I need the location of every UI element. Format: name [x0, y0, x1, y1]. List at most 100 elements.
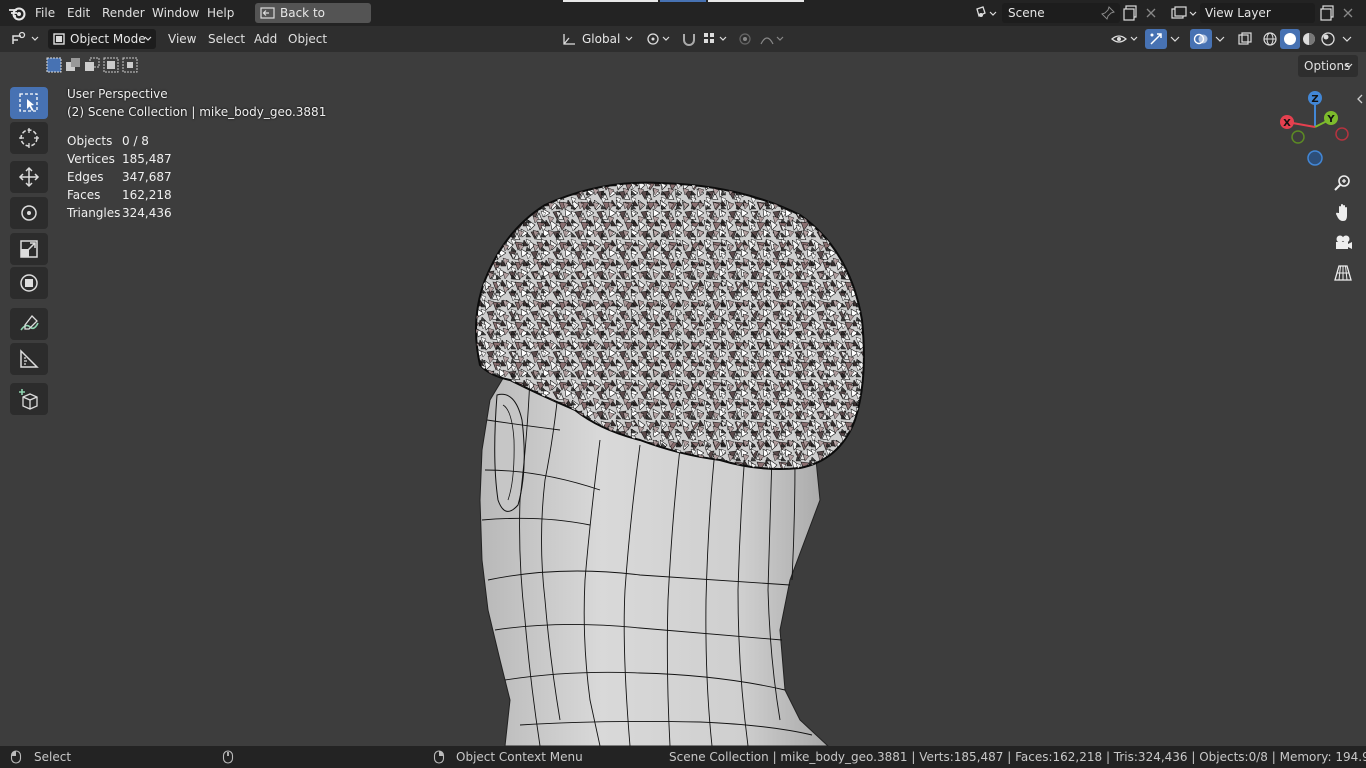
solid-shading-button[interactable] [1280, 29, 1300, 49]
rotate-icon [21, 205, 37, 221]
wireframe-shading-icon[interactable] [1262, 31, 1278, 47]
chevron-down-icon [144, 36, 152, 41]
add-cube-icon [19, 389, 38, 410]
move-tool[interactable] [10, 161, 48, 193]
blender-logo-icon[interactable] [8, 5, 26, 21]
orientation-label: Global [582, 32, 621, 46]
material-preview-icon[interactable] [1301, 31, 1317, 47]
editor-type-icon[interactable] [10, 31, 42, 47]
status-select-label: Select [34, 750, 72, 764]
pin-icon[interactable] [1101, 6, 1115, 20]
stat-label-faces: Faces [67, 188, 101, 202]
head-model[interactable] [0, 52, 1366, 746]
proportional-editing-icon[interactable] [737, 31, 787, 47]
transform-icon [20, 274, 38, 292]
camera-icon [1336, 235, 1352, 249]
select-mode-subtract-icon[interactable] [84, 57, 100, 73]
back-icon [260, 7, 275, 19]
select-mode-intersect-icon[interactable] [122, 57, 138, 73]
view-layer-field[interactable]: View Layer [1200, 3, 1315, 23]
pivot-point-icon[interactable] [645, 31, 673, 47]
select-mode-invert-icon[interactable] [103, 57, 119, 73]
chevron-down-icon[interactable] [1215, 36, 1225, 42]
status-bar: Select Object Context Menu Scene Collect… [0, 746, 1366, 768]
menu-help[interactable]: Help [207, 0, 234, 26]
new-view-layer-icon[interactable] [1320, 5, 1336, 21]
cursor-tool[interactable] [10, 122, 48, 154]
navigation-gizmo[interactable]: Z Y X [1275, 87, 1355, 167]
workspace-tab-active-indicator[interactable] [660, 0, 706, 2]
select-mode-new-icon[interactable] [46, 57, 62, 73]
delete-scene-icon[interactable] [1145, 7, 1157, 19]
new-scene-icon[interactable] [1123, 5, 1139, 21]
workspace-tab-indicator[interactable] [708, 0, 804, 2]
object-mode-icon [53, 33, 65, 45]
snap-target-icon[interactable] [702, 31, 730, 47]
move-icon [18, 166, 40, 188]
view-layer-icon[interactable] [1170, 6, 1198, 20]
menu-render[interactable]: Render [102, 0, 145, 26]
workspace-tab-indicator[interactable] [563, 0, 658, 2]
zoom-icon [1334, 175, 1350, 191]
scale-icon [20, 240, 38, 258]
view-perspective-label: User Perspective [67, 87, 168, 101]
add-cube-tool[interactable] [10, 383, 48, 415]
scene-name-field[interactable]: Scene [1002, 3, 1120, 23]
transform-tool[interactable] [10, 267, 48, 299]
chevron-down-icon[interactable] [1170, 36, 1180, 42]
select-mode-extend-icon[interactable] [65, 57, 81, 73]
overlays-toggle-button[interactable] [1190, 29, 1212, 49]
chevron-down-icon [1345, 63, 1353, 68]
scene-name: Scene [1008, 6, 1045, 20]
menu-file[interactable]: File [35, 0, 55, 26]
xray-toggle-icon[interactable] [1237, 31, 1253, 47]
visibility-eye-icon[interactable] [1110, 31, 1140, 47]
annotate-pencil-icon [20, 315, 39, 331]
mode-dropdown[interactable]: Object Mode [48, 29, 156, 49]
status-context-menu-label: Object Context Menu [456, 750, 583, 764]
orthographic-toggle-button[interactable] [1330, 260, 1356, 286]
camera-view-button[interactable] [1330, 230, 1356, 256]
stat-value-edges: 347,687 [122, 170, 172, 184]
menu-object[interactable]: Object [288, 26, 327, 52]
rotate-tool[interactable] [10, 197, 48, 229]
gizmo-x-label: X [1283, 118, 1291, 129]
annotate-tool[interactable] [10, 308, 48, 340]
pan-button[interactable] [1330, 200, 1356, 226]
menu-add[interactable]: Add [254, 26, 277, 52]
view-layer-name: View Layer [1205, 6, 1271, 20]
overlays-icon [1193, 33, 1208, 45]
solid-shading-icon [1284, 33, 1296, 45]
select-box-tool[interactable] [10, 87, 48, 119]
gizmo-toggle-button[interactable] [1145, 29, 1167, 49]
viewport-header: Object Mode View Select Add Object Globa… [0, 26, 1366, 52]
delete-view-layer-icon[interactable] [1342, 7, 1354, 19]
menu-edit[interactable]: Edit [67, 0, 90, 26]
scale-tool[interactable] [10, 233, 48, 265]
stat-label-objects: Objects [67, 134, 113, 148]
stat-value-vertices: 185,487 [122, 152, 172, 166]
options-label: Options [1304, 59, 1351, 73]
measure-tool[interactable] [10, 343, 48, 375]
scene-icon[interactable] [975, 6, 997, 20]
3d-viewport[interactable]: User Perspective (2) Scene Collection | … [0, 52, 1366, 746]
snap-toggle-icon[interactable] [680, 31, 698, 47]
menu-select[interactable]: Select [208, 26, 245, 52]
transform-orientation-dropdown[interactable]: Global [558, 29, 636, 49]
rendered-shading-icon[interactable] [1320, 31, 1336, 47]
options-dropdown[interactable]: Options [1298, 55, 1358, 77]
mouse-right-icon [433, 750, 445, 764]
menu-view[interactable]: View [168, 26, 196, 52]
sidebar-toggle-icon[interactable] [1356, 94, 1364, 104]
chevron-down-icon[interactable] [1342, 36, 1352, 42]
back-to-previous-button[interactable]: Back to Previous [255, 3, 371, 40]
stat-label-vertices: Vertices [67, 152, 115, 166]
menu-window[interactable]: Window [152, 0, 199, 26]
active-collection-label: (2) Scene Collection | mike_body_geo.388… [67, 105, 327, 119]
chevron-down-icon [625, 36, 633, 41]
status-scene-info: Scene Collection | mike_body_geo.3881 | … [669, 750, 1366, 764]
measure-ruler-icon [20, 349, 39, 368]
zoom-button[interactable] [1330, 170, 1356, 196]
gizmo-icon [1150, 33, 1162, 45]
cursor-icon [19, 128, 39, 148]
